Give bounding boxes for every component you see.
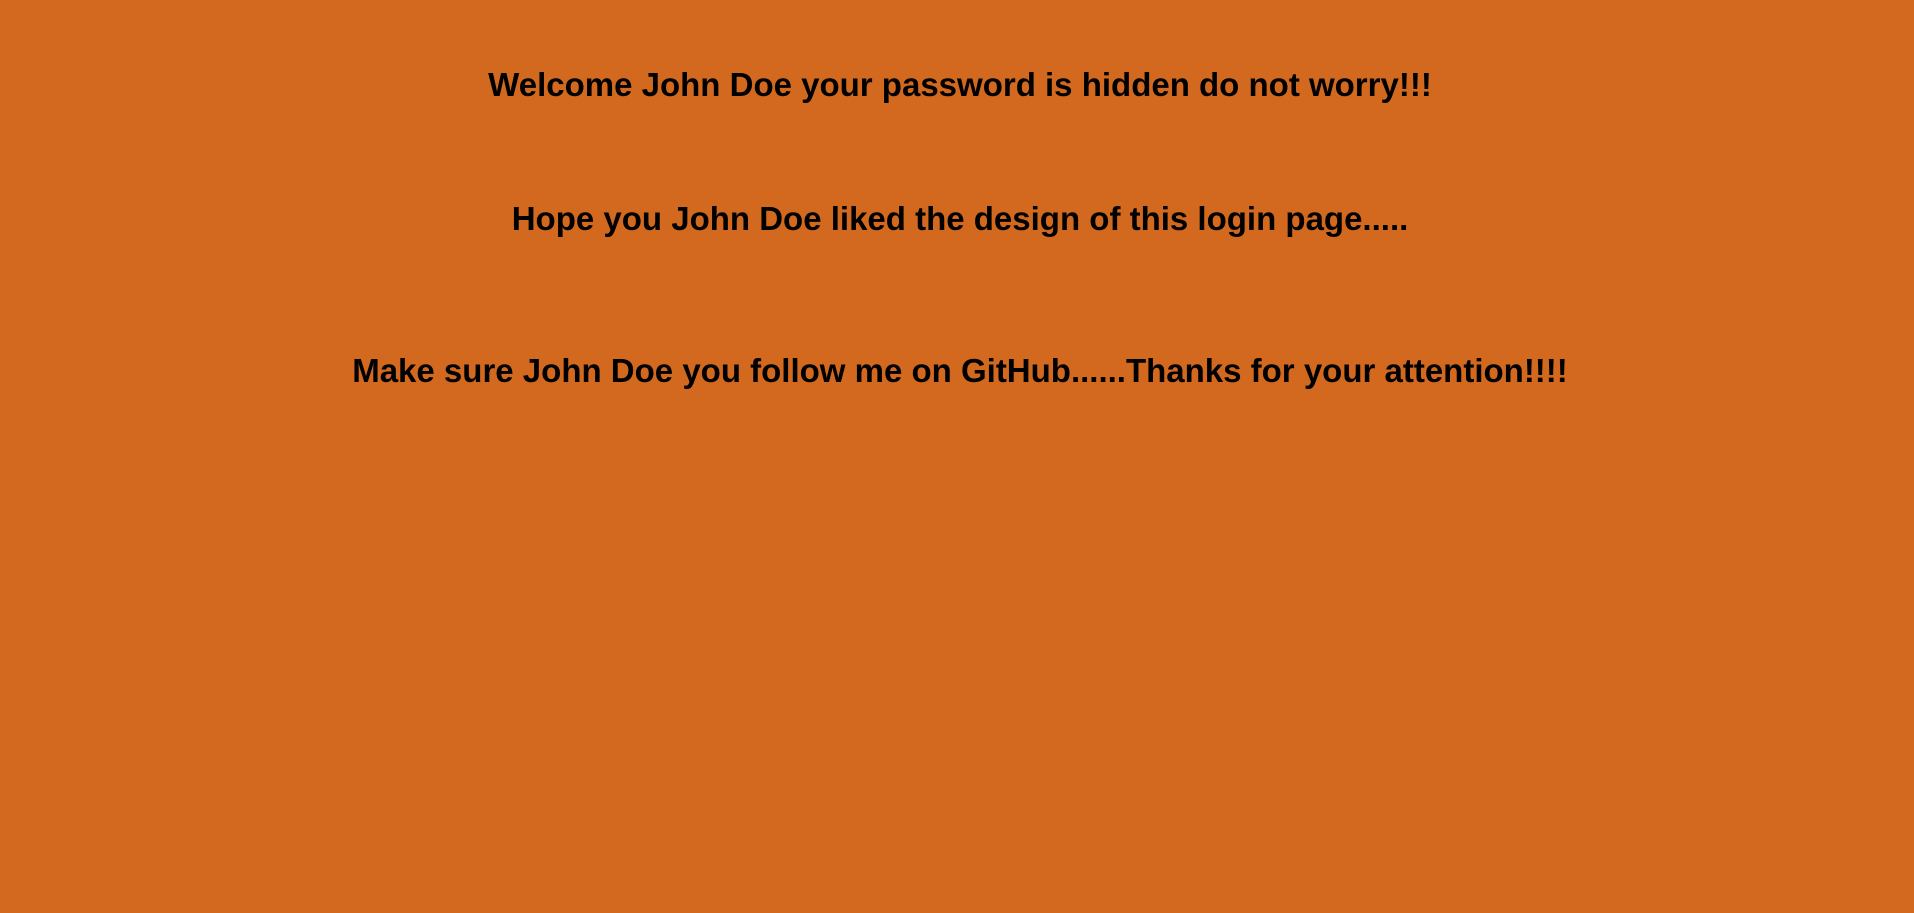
github-follow-message: Make sure John Doe you follow me on GitH…: [352, 352, 1568, 389]
design-message: Hope you John Doe liked the design of th…: [511, 200, 1409, 237]
welcome-message: Welcome John Doe your password is hidden…: [488, 66, 1432, 103]
page-background: { "page": { "background_color": "#d2691e…: [0, 0, 1914, 913]
